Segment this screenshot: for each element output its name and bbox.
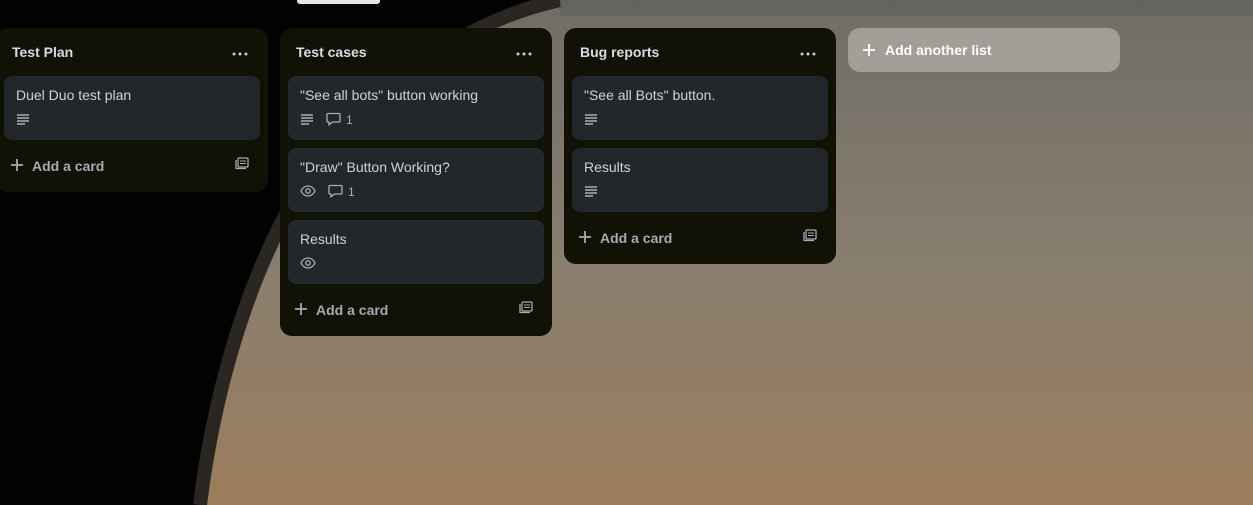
- list-footer: Add a card: [572, 220, 828, 256]
- list-title[interactable]: Test cases: [296, 44, 367, 60]
- comment-icon: [326, 112, 341, 129]
- list-header: Test Plan: [4, 28, 260, 76]
- add-card-button[interactable]: Add a card: [578, 230, 672, 247]
- horizontal-scrollbar-thumb[interactable]: [297, 0, 380, 4]
- card[interactable]: "Draw" Button Working? 1: [288, 148, 544, 212]
- create-from-template-button[interactable]: [228, 152, 256, 180]
- card-badge: [300, 184, 316, 200]
- plus-icon: [863, 44, 875, 56]
- card[interactable]: "See all Bots" button.: [572, 76, 828, 140]
- template-icon: [235, 157, 249, 175]
- create-from-template-button[interactable]: [512, 296, 540, 324]
- card-badge: [300, 113, 314, 128]
- add-card-label: Add a card: [316, 302, 389, 318]
- card[interactable]: Results: [572, 148, 828, 212]
- card-badge: [584, 113, 598, 128]
- template-icon: [519, 301, 533, 319]
- list-header: Bug reports: [572, 28, 828, 76]
- add-card-button[interactable]: Add a card: [10, 158, 104, 175]
- card[interactable]: "See all bots" button working 1: [288, 76, 544, 140]
- card-badges: 1: [300, 184, 532, 200]
- template-icon: [803, 229, 817, 247]
- card-badges: [16, 112, 248, 128]
- card-badges: [584, 184, 816, 200]
- list-bug-reports: Bug reports "See all Bots" button. Results…: [564, 28, 836, 264]
- card[interactable]: Results: [288, 220, 544, 284]
- description-icon: [300, 113, 314, 128]
- list-test-plan: Test Plan Duel Duo test plan Add a card: [0, 28, 268, 192]
- plus-icon: [294, 302, 308, 319]
- card[interactable]: Duel Duo test plan: [4, 76, 260, 140]
- list-actions-button[interactable]: [226, 38, 254, 66]
- card-title: "See all Bots" button.: [584, 87, 716, 103]
- card-title: Duel Duo test plan: [16, 87, 132, 103]
- comment-count: 1: [348, 185, 355, 199]
- card-badge: [300, 256, 316, 272]
- list-footer: Add a card: [288, 292, 544, 328]
- description-icon: [16, 113, 30, 128]
- card-badges: [300, 256, 532, 272]
- list-title[interactable]: Test Plan: [12, 44, 73, 60]
- card-badge: [16, 113, 30, 128]
- card-badges: 1: [300, 112, 532, 128]
- more-horizontal-icon: [232, 43, 248, 61]
- card-title: Results: [584, 159, 631, 175]
- watch-icon: [300, 184, 316, 200]
- add-card-label: Add a card: [32, 158, 105, 174]
- description-icon: [584, 185, 598, 200]
- card-badge: 1: [328, 184, 355, 201]
- card-badge: 1: [326, 112, 353, 129]
- list-header: Test cases: [288, 28, 544, 76]
- comment-icon: [328, 184, 343, 201]
- list-footer: Add a card: [4, 148, 260, 184]
- card-title: "Draw" Button Working?: [300, 159, 450, 175]
- card-title: Results: [300, 231, 347, 247]
- watch-icon: [300, 256, 316, 272]
- description-icon: [584, 113, 598, 128]
- plus-icon: [10, 158, 24, 175]
- list-test-cases: Test cases "See all bots" button working 1…: [280, 28, 552, 336]
- card-badges: [584, 112, 816, 128]
- add-card-button[interactable]: Add a card: [294, 302, 388, 319]
- comment-count: 1: [346, 113, 353, 127]
- create-from-template-button[interactable]: [796, 224, 824, 252]
- add-card-label: Add a card: [600, 230, 673, 246]
- more-horizontal-icon: [516, 43, 532, 61]
- card-badge: [584, 185, 598, 200]
- list-actions-button[interactable]: [510, 38, 538, 66]
- add-another-list-button[interactable]: Add another list: [848, 28, 1120, 72]
- plus-icon: [578, 230, 592, 247]
- card-title: "See all bots" button working: [300, 87, 479, 103]
- list-actions-button[interactable]: [794, 38, 822, 66]
- add-another-list-label: Add another list: [885, 42, 992, 58]
- more-horizontal-icon: [800, 43, 816, 61]
- list-title[interactable]: Bug reports: [580, 44, 659, 60]
